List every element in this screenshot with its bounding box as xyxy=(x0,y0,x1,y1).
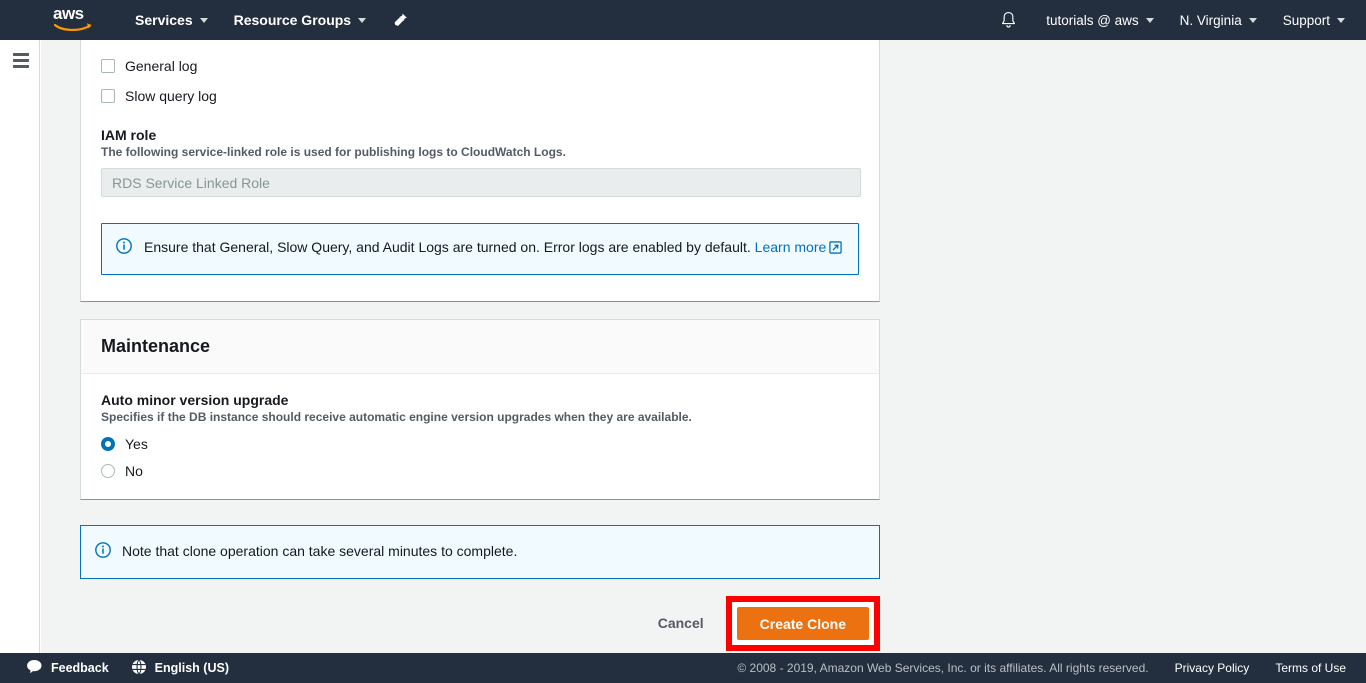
chevron-down-icon xyxy=(1337,17,1345,23)
info-glyph xyxy=(95,542,111,558)
create-clone-button[interactable]: Create Clone xyxy=(736,606,869,640)
top-navigation-bar: aws Services Resource Groups tutorials @… xyxy=(0,0,1366,40)
nav-region-menu[interactable]: N. Virginia xyxy=(1167,0,1270,40)
terms-of-use-link[interactable]: Terms of Use xyxy=(1275,661,1346,675)
hamburger-menu-icon[interactable] xyxy=(13,53,29,68)
nav-services-label: Services xyxy=(135,12,193,28)
nav-services[interactable]: Services xyxy=(122,0,221,40)
language-selector[interactable]: English (US) xyxy=(131,659,229,678)
iam-role-description: The following service-linked role is use… xyxy=(101,145,566,159)
checkbox-icon[interactable] xyxy=(101,89,115,103)
info-circle-icon xyxy=(116,238,132,261)
logs-info-alert: Ensure that General, Slow Query, and Aud… xyxy=(101,223,859,275)
feedback-link[interactable]: Feedback xyxy=(26,659,109,677)
chevron-down-icon xyxy=(199,17,208,23)
aws-logo-text: aws xyxy=(53,4,84,23)
hamburger-bar xyxy=(13,59,29,62)
checkbox-slow-query-log[interactable]: Slow query log xyxy=(101,83,859,109)
aws-logo[interactable]: aws xyxy=(52,5,100,35)
learn-more-link[interactable]: Learn more xyxy=(755,239,827,255)
nav-account-menu[interactable]: tutorials @ aws xyxy=(1033,0,1166,40)
chevron-down-icon xyxy=(1248,17,1257,23)
logs-card-body: General log Slow query log IAM role The … xyxy=(81,40,879,275)
cancel-button[interactable]: Cancel xyxy=(644,607,718,639)
radio-auto-upgrade-yes[interactable]: Yes xyxy=(101,432,859,456)
nav-support-label: Support xyxy=(1282,12,1330,28)
clone-duration-note-alert: Note that clone operation can take sever… xyxy=(80,525,880,579)
aws-logo-smile xyxy=(54,23,92,32)
speech-bubble-icon xyxy=(26,659,43,677)
speech-bubble-glyph xyxy=(27,660,42,674)
checkbox-general-log[interactable]: General log xyxy=(101,53,859,79)
copyright-text: © 2008 - 2019, Amazon Web Services, Inc.… xyxy=(737,661,1149,675)
hamburger-bar xyxy=(13,65,29,68)
globe-glyph xyxy=(131,659,146,674)
nav-account-label: tutorials @ aws xyxy=(1046,12,1139,28)
radio-icon-selected[interactable] xyxy=(101,437,115,451)
auto-minor-upgrade-description: Specifies if the DB instance should rece… xyxy=(101,410,692,424)
maintenance-card: Maintenance Auto minor version upgrade S… xyxy=(80,319,880,500)
chevron-down-icon xyxy=(1145,17,1154,23)
page-content-area: General log Slow query log IAM role The … xyxy=(41,40,1366,653)
radio-yes-label: Yes xyxy=(125,436,148,452)
footer-left-links: Feedback English (US) xyxy=(26,659,229,678)
footer-right-links: © 2008 - 2019, Amazon Web Services, Inc.… xyxy=(737,661,1346,675)
checkbox-icon[interactable] xyxy=(101,59,115,73)
maintenance-title: Maintenance xyxy=(101,336,211,356)
logs-alert-text: Ensure that General, Slow Query, and Aud… xyxy=(144,239,755,255)
auto-minor-upgrade-label: Auto minor version upgrade xyxy=(101,392,289,408)
radio-icon-unselected[interactable] xyxy=(101,464,115,478)
feedback-label: Feedback xyxy=(51,661,109,675)
nav-account-links: tutorials @ aws N. Virginia Support xyxy=(990,0,1358,40)
form-actions: Cancel Create Clone xyxy=(80,593,880,653)
radio-auto-upgrade-no[interactable]: No xyxy=(101,459,859,483)
nav-support-menu[interactable]: Support xyxy=(1270,0,1358,40)
maintenance-card-body: Auto minor version upgrade Specifies if … xyxy=(81,374,879,499)
iam-role-label: IAM role xyxy=(101,127,157,143)
hamburger-bar xyxy=(13,53,29,56)
chevron-down-icon xyxy=(358,17,367,23)
maintenance-card-header: Maintenance xyxy=(81,320,879,374)
language-label: English (US) xyxy=(154,661,229,675)
bell-glyph xyxy=(1002,11,1016,28)
pin-glyph xyxy=(394,13,407,26)
checkbox-general-log-label: General log xyxy=(125,58,198,74)
external-link-icon[interactable] xyxy=(829,239,842,261)
info-circle-icon xyxy=(95,542,111,563)
logs-alert-text-block: Ensure that General, Slow Query, and Aud… xyxy=(144,237,842,261)
nav-resource-groups[interactable]: Resource Groups xyxy=(221,0,379,40)
checkbox-slow-query-log-label: Slow query log xyxy=(125,88,217,104)
pin-icon[interactable] xyxy=(379,0,422,40)
logs-export-card: General log Slow query log IAM role The … xyxy=(80,40,880,302)
nav-region-label: N. Virginia xyxy=(1179,12,1242,28)
iam-role-input: RDS Service Linked Role xyxy=(101,168,861,197)
external-link-glyph xyxy=(829,241,842,254)
globe-icon xyxy=(131,659,147,678)
info-glyph xyxy=(116,238,132,254)
nav-primary-links: Services Resource Groups xyxy=(122,0,422,40)
bell-notification-icon[interactable] xyxy=(990,0,1033,40)
iam-role-value: RDS Service Linked Role xyxy=(112,174,270,191)
radio-no-label: No xyxy=(125,463,143,479)
page-footer: Feedback English (US) © 2008 - 2019, Ama… xyxy=(0,653,1366,683)
privacy-policy-link[interactable]: Privacy Policy xyxy=(1175,661,1250,675)
nav-resource-groups-label: Resource Groups xyxy=(233,12,352,28)
create-clone-highlight-annotation: Create Clone xyxy=(725,595,880,651)
clone-duration-note-text: Note that clone operation can take sever… xyxy=(122,543,518,559)
left-sidebar-rail xyxy=(0,40,40,653)
